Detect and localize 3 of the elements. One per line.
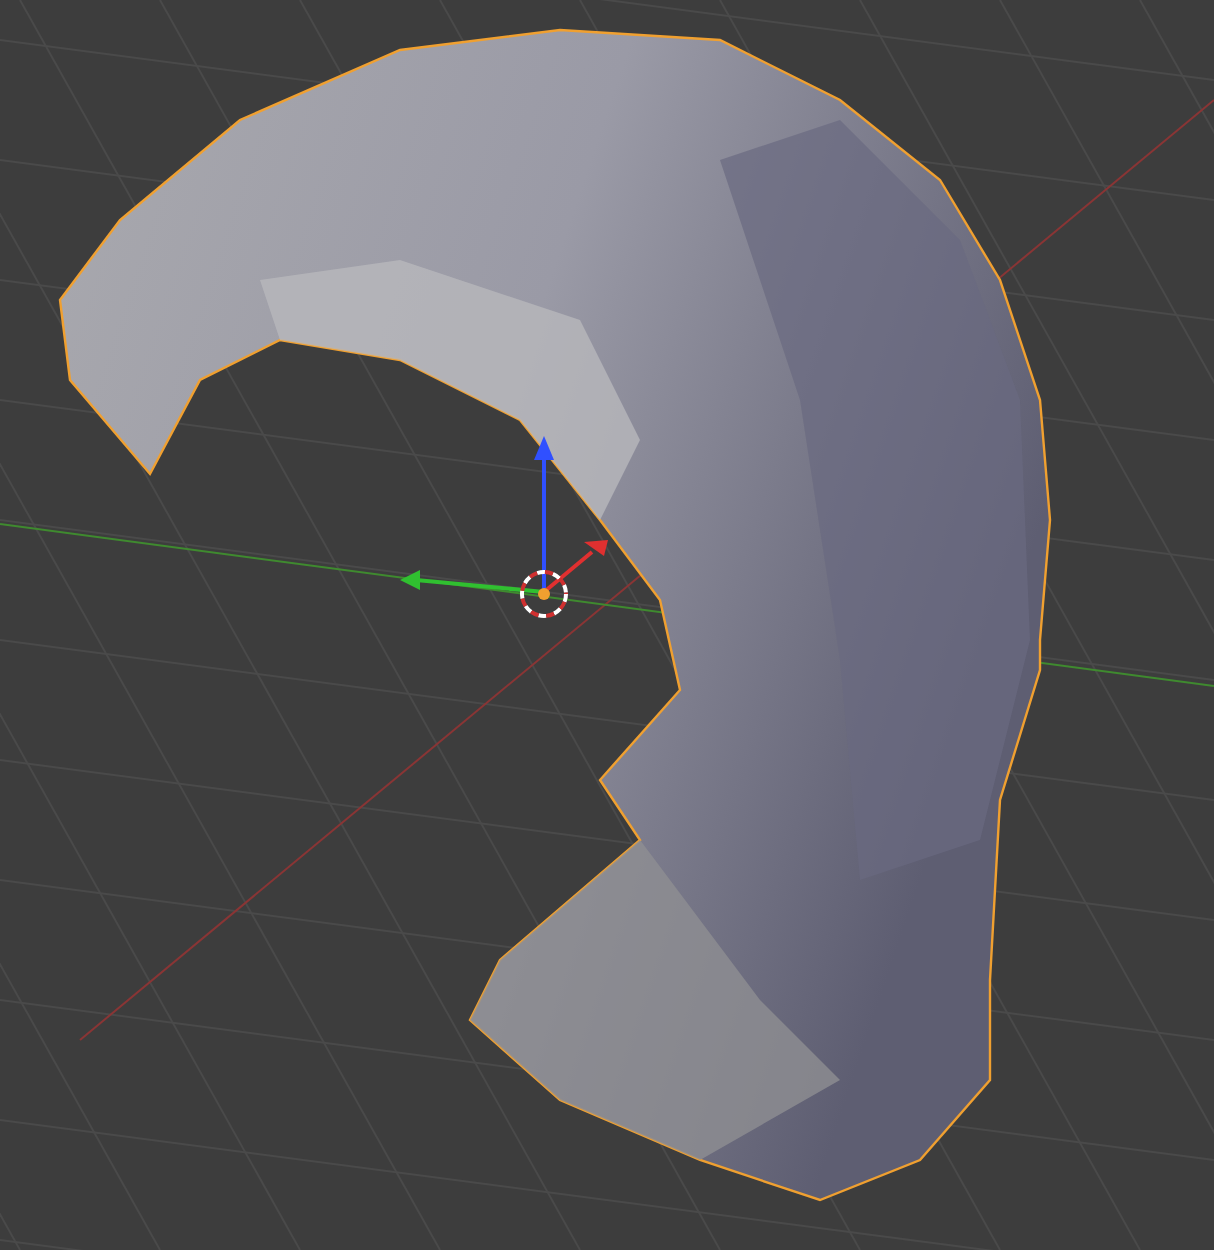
transform-gizmo-drawing[interactable] [400, 436, 608, 594]
mesh-drawing[interactable] [58, 28, 1052, 1202]
cursor-icon [520, 570, 568, 618]
